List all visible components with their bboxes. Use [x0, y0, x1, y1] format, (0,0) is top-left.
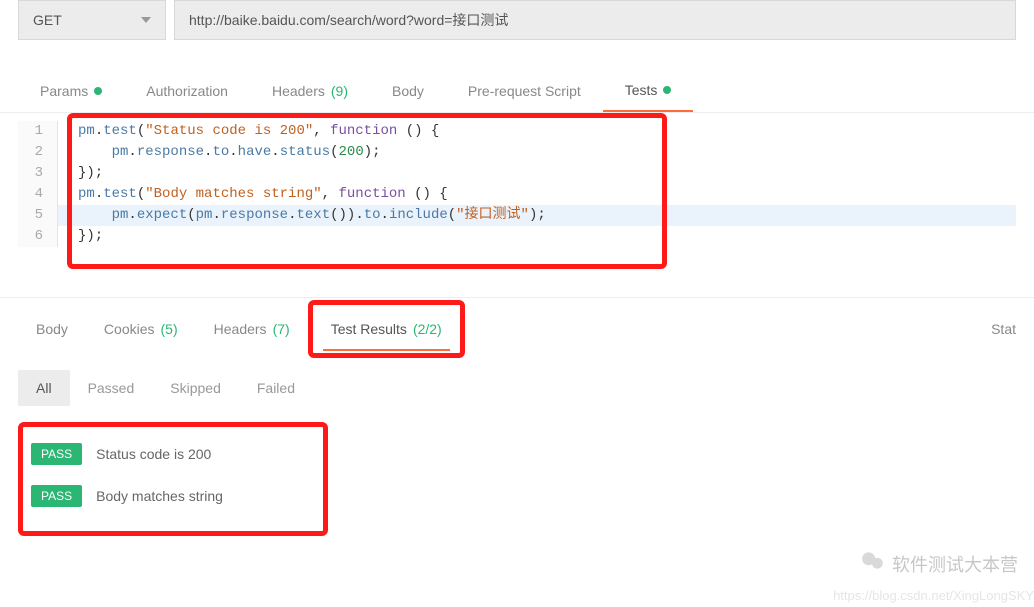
- dot-icon: [94, 87, 102, 95]
- code-line: pm.response.to.have.status(200);: [58, 142, 381, 163]
- http-method-select[interactable]: GET: [18, 0, 166, 40]
- code-line: });: [58, 163, 103, 184]
- chevron-down-icon: [141, 17, 151, 23]
- test-result-label: Body matches string: [96, 488, 223, 504]
- tab-authorization[interactable]: Authorization: [124, 74, 250, 112]
- line-number: 1: [18, 121, 58, 142]
- line-number: 5: [18, 205, 58, 226]
- tab-response-body[interactable]: Body: [18, 307, 86, 351]
- test-result-label: Status code is 200: [96, 446, 211, 462]
- watermark-url: https://blog.csdn.net/XingLongSKY: [833, 588, 1034, 603]
- tests-code-editor[interactable]: 1 pm.test("Status code is 200", function…: [0, 113, 1034, 297]
- pass-badge: PASS: [31, 485, 82, 507]
- url-input[interactable]: http://baike.baidu.com/search/word?word=…: [174, 0, 1016, 40]
- tab-prerequest[interactable]: Pre-request Script: [446, 74, 603, 112]
- test-result-row: PASS Status code is 200: [31, 433, 315, 475]
- pass-badge: PASS: [31, 443, 82, 465]
- test-results-list: PASS Status code is 200 PASS Body matche…: [0, 416, 1034, 556]
- code-line: });: [58, 226, 103, 247]
- response-status[interactable]: Stat: [991, 307, 1016, 351]
- tab-tests[interactable]: Tests: [603, 74, 694, 112]
- wechat-icon: [860, 548, 886, 579]
- code-line: pm.expect(pm.response.text()).to.include…: [58, 205, 546, 226]
- line-number: 3: [18, 163, 58, 184]
- tab-response-headers[interactable]: Headers (7): [196, 307, 308, 351]
- filter-failed[interactable]: Failed: [239, 370, 313, 406]
- filter-passed[interactable]: Passed: [70, 370, 153, 406]
- tab-headers[interactable]: Headers (9): [250, 74, 370, 112]
- http-method-value: GET: [33, 12, 62, 28]
- test-result-row: PASS Body matches string: [31, 475, 315, 517]
- line-number: 4: [18, 184, 58, 205]
- tab-body[interactable]: Body: [370, 74, 446, 112]
- filter-all[interactable]: All: [18, 370, 70, 406]
- filter-skipped[interactable]: Skipped: [152, 370, 239, 406]
- dot-icon: [663, 86, 671, 94]
- tab-params[interactable]: Params: [18, 74, 124, 112]
- request-tabs: Params Authorization Headers (9) Body Pr…: [0, 50, 1034, 113]
- watermark: 软件测试大本营: [860, 548, 1018, 579]
- annotation-box: PASS Status code is 200 PASS Body matche…: [18, 422, 328, 536]
- code-line: pm.test("Body matches string", function …: [58, 184, 448, 205]
- tab-test-results[interactable]: Test Results (2/2): [313, 307, 460, 351]
- code-line: pm.test("Status code is 200", function (…: [58, 121, 439, 142]
- line-number: 2: [18, 142, 58, 163]
- tab-response-cookies[interactable]: Cookies (5): [86, 307, 196, 351]
- result-filters: All Passed Skipped Failed: [0, 360, 1034, 416]
- url-value: http://baike.baidu.com/search/word?word=…: [189, 10, 508, 30]
- line-number: 6: [18, 226, 58, 247]
- annotation-box: Test Results (2/2): [308, 300, 465, 358]
- response-tabs: Body Cookies (5) Headers (7) Test Result…: [0, 297, 1034, 360]
